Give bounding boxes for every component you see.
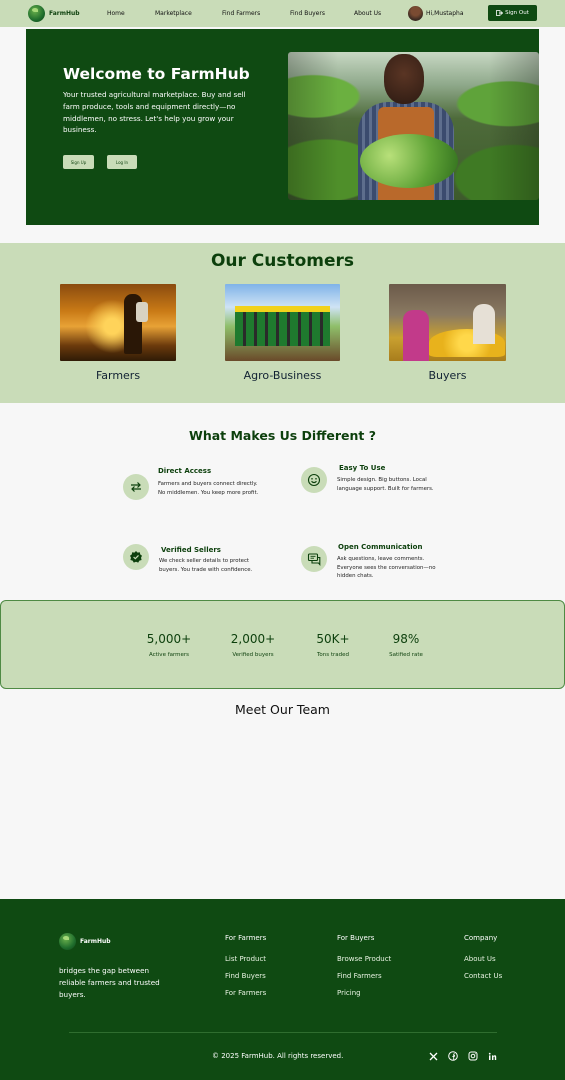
sign-out-icon [496,10,504,16]
sprayer-tank [136,302,148,322]
top-navbar: FarmHub Home Marketplace Find Farmers Fi… [0,0,565,27]
footer-link-pricing[interactable]: Pricing [337,989,361,997]
feature-title-easy-to-use: Easy To Use [339,464,386,472]
nav-link-about-us[interactable]: About Us [354,10,381,17]
customers-section: Our Customers Farmers Agro-Business Buye… [0,243,565,403]
feature-text-easy-to-use: Simple design. Big buttons. Local langua… [337,477,434,492]
sign-up-button[interactable]: Sign Up [63,155,94,169]
stat-label-satisfied-rate: Satified rate [389,652,423,658]
footer-link-contact-us[interactable]: Contact Us [464,972,502,980]
buyer-figure [403,310,429,361]
x-icon[interactable] [428,1051,438,1061]
footer-heading-for-buyers: For Buyers [337,934,375,942]
footer-heading-company: Company [464,934,498,942]
log-in-button[interactable]: Log In [107,155,137,169]
instagram-icon[interactable] [468,1051,478,1061]
customer-label-farmers: Farmers [95,369,141,382]
footer-link-find-buyers[interactable]: Find Buyers [225,972,266,980]
footer-brand[interactable]: FarmHub [59,933,111,950]
agro-business-image[interactable] [225,284,340,361]
hero-description: Your trusted agricultural marketplace. B… [63,90,246,135]
stat-label-verified-buyers: Verified buyers [232,652,274,658]
hero-farmer-image [288,52,539,200]
customer-label-agro-business: Agro-Business [243,369,322,382]
buyers-image[interactable] [389,284,506,361]
lettuce-crate [360,134,458,188]
features-title: What Makes Us Different ? [189,428,376,443]
footer-link-find-farmers[interactable]: Find Farmers [337,972,382,980]
nav-link-find-buyers[interactable]: Find Buyers [290,10,325,17]
feature-title-open-communication: Open Communication [338,543,423,551]
feature-title-direct-access: Direct Access [158,467,212,475]
footer-divider [69,1032,497,1033]
stat-label-active-farmers: Active farmers [148,652,190,658]
footer-brand-name: FarmHub [80,938,111,945]
globe-leaf-logo-icon [28,5,45,22]
stat-value-active-farmers: 5,000+ [146,632,192,646]
footer-copyright: © 2025 FarmHub. All rights reserved. [212,1052,344,1060]
facebook-icon[interactable] [448,1051,458,1061]
verified-badge-icon [123,544,149,570]
stat-value-verified-buyers: 2,000+ [230,632,276,646]
footer-link-about-us[interactable]: About Us [464,955,496,963]
feature-title-verified-sellers: Verified Sellers [161,546,221,554]
stat-label-tons-traded: Tons traded [316,652,350,658]
avatar [408,6,423,21]
globe-leaf-logo-icon [59,933,76,950]
exchange-arrows-icon [123,474,149,500]
farmers-image[interactable] [60,284,176,361]
hero-banner: Welcome to FarmHub Your trusted agricult… [26,29,539,225]
brand-logo-link[interactable]: FarmHub [28,5,80,22]
footer-link-browse-product[interactable]: Browse Product [337,955,391,963]
feature-text-verified-sellers: We check seller details to protect buyer… [159,558,253,573]
hero-title: Welcome to FarmHub [63,65,250,83]
footer-link-list-product[interactable]: List Product [225,955,266,963]
sign-out-button[interactable]: Sign Out [488,5,537,21]
chat-icon [301,546,327,572]
footer-link-for-farmers[interactable]: For Farmers [225,989,266,997]
seller-figure [473,304,495,344]
footer: FarmHub bridges the gap between reliable… [0,899,565,1080]
feature-text-direct-access: Farmers and buyers connect directly. No … [158,481,259,496]
linkedin-icon[interactable] [487,1051,497,1061]
team-title: Meet Our Team [235,702,330,717]
customers-title: Our Customers [210,251,355,271]
footer-heading-for-farmers: For Farmers [225,934,267,942]
farmer-head [384,54,424,104]
user-profile[interactable]: Hi,Mustapha [408,6,464,21]
stat-value-satisfied-rate: 98% [392,632,420,646]
sign-out-label: Sign Out [505,10,529,16]
brand-name: FarmHub [49,10,80,17]
nav-link-marketplace[interactable]: Marketplace [155,10,192,17]
stats-banner: 5,000+ Active farmers 2,000+ Verified bu… [0,600,565,689]
planter-machine [235,306,330,346]
smiley-icon [301,467,327,493]
nav-link-find-farmers[interactable]: Find Farmers [222,10,260,17]
user-greeting: Hi,Mustapha [426,10,464,17]
stat-value-tons-traded: 50K+ [316,632,350,646]
feature-text-open-communication: Ask questions, leave comments. Everyone … [337,556,436,580]
footer-tagline: bridges the gap between reliable farmers… [59,966,160,999]
nav-link-home[interactable]: Home [107,10,125,17]
customer-label-buyers: Buyers [428,369,467,382]
